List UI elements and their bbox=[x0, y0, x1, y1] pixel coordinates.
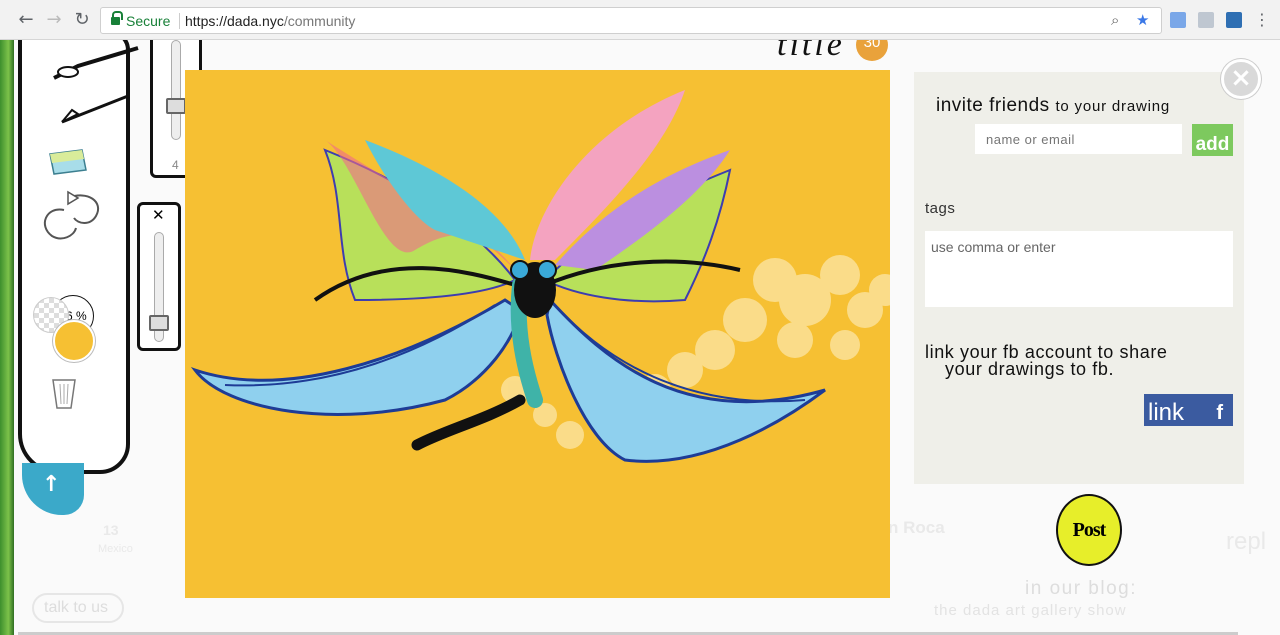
bg-like-count: 13 bbox=[103, 522, 119, 538]
page-content: 13 Mexico n Roca repl 16 % ↑ 4 ✕ title 3… bbox=[0, 40, 1280, 635]
brush-size-thumb[interactable] bbox=[166, 98, 186, 114]
eraser-icon[interactable] bbox=[46, 146, 90, 176]
add-button[interactable]: add bbox=[1192, 124, 1233, 156]
extension-icon-3[interactable] bbox=[1226, 12, 1242, 28]
opacity-thumb[interactable] bbox=[149, 315, 169, 331]
blog-subtitle[interactable]: the dada art gallery show bbox=[934, 602, 1127, 619]
leaf-edge-image bbox=[0, 40, 14, 635]
brush-size-track[interactable] bbox=[171, 40, 181, 140]
post-button[interactable]: Post bbox=[1056, 494, 1122, 566]
tags-label: tags bbox=[925, 200, 956, 217]
fb-link-button[interactable]: link f bbox=[1144, 394, 1233, 426]
secure-label: Secure bbox=[126, 13, 171, 29]
facebook-icon: f bbox=[1216, 402, 1223, 424]
reload-icon[interactable]: ↻ bbox=[72, 10, 92, 30]
omnibox-divider bbox=[179, 13, 180, 29]
fb-link-text: link your fb account to share your drawin… bbox=[925, 342, 1168, 379]
zoom-icon[interactable]: ⌕ bbox=[1111, 11, 1119, 29]
lock-icon bbox=[111, 11, 123, 26]
blog-heading[interactable]: in our blog: bbox=[1025, 578, 1137, 600]
dragonfly-drawing bbox=[190, 90, 890, 463]
menu-icon[interactable]: ⋮ bbox=[1252, 10, 1272, 30]
extension-icon-2[interactable] bbox=[1198, 12, 1214, 28]
current-color-swatch[interactable] bbox=[53, 320, 95, 362]
undo-redo-icon[interactable] bbox=[38, 186, 108, 246]
browser-toolbar: ← → ↻ Secure https://dada.nyc/community … bbox=[0, 0, 1280, 40]
opacity-close-icon[interactable]: ✕ bbox=[152, 206, 165, 224]
talk-to-us-button[interactable]: talk to us bbox=[32, 593, 124, 623]
close-icon[interactable]: × bbox=[1221, 59, 1261, 99]
drawing-title[interactable]: title bbox=[777, 40, 845, 64]
title-counter: 30 bbox=[856, 40, 888, 61]
brush-size-value: 4 bbox=[172, 158, 179, 172]
back-icon[interactable]: ← bbox=[16, 10, 36, 30]
invite-input[interactable] bbox=[975, 124, 1182, 154]
extension-icon-1[interactable] bbox=[1170, 12, 1186, 28]
drawing-canvas[interactable] bbox=[185, 70, 890, 598]
bg-reply: repl bbox=[1226, 528, 1267, 555]
bg-user: n Roca bbox=[888, 518, 945, 537]
bg-place: Mexico bbox=[98, 543, 133, 555]
brush-icon[interactable] bbox=[48, 42, 143, 132]
url-text[interactable]: https://dada.nyc/community bbox=[185, 13, 355, 29]
tags-input[interactable]: use comma or enter bbox=[925, 231, 1233, 307]
upload-arrow-icon: ↑ bbox=[42, 472, 61, 497]
invite-heading: invite friends to your drawing bbox=[936, 95, 1171, 116]
forward-icon[interactable]: → bbox=[44, 10, 64, 30]
trash-icon[interactable] bbox=[50, 376, 78, 410]
address-bar[interactable]: Secure https://dada.nyc/community ⌕ ★ bbox=[100, 7, 1162, 34]
bookmark-star-icon[interactable]: ★ bbox=[1136, 11, 1149, 29]
